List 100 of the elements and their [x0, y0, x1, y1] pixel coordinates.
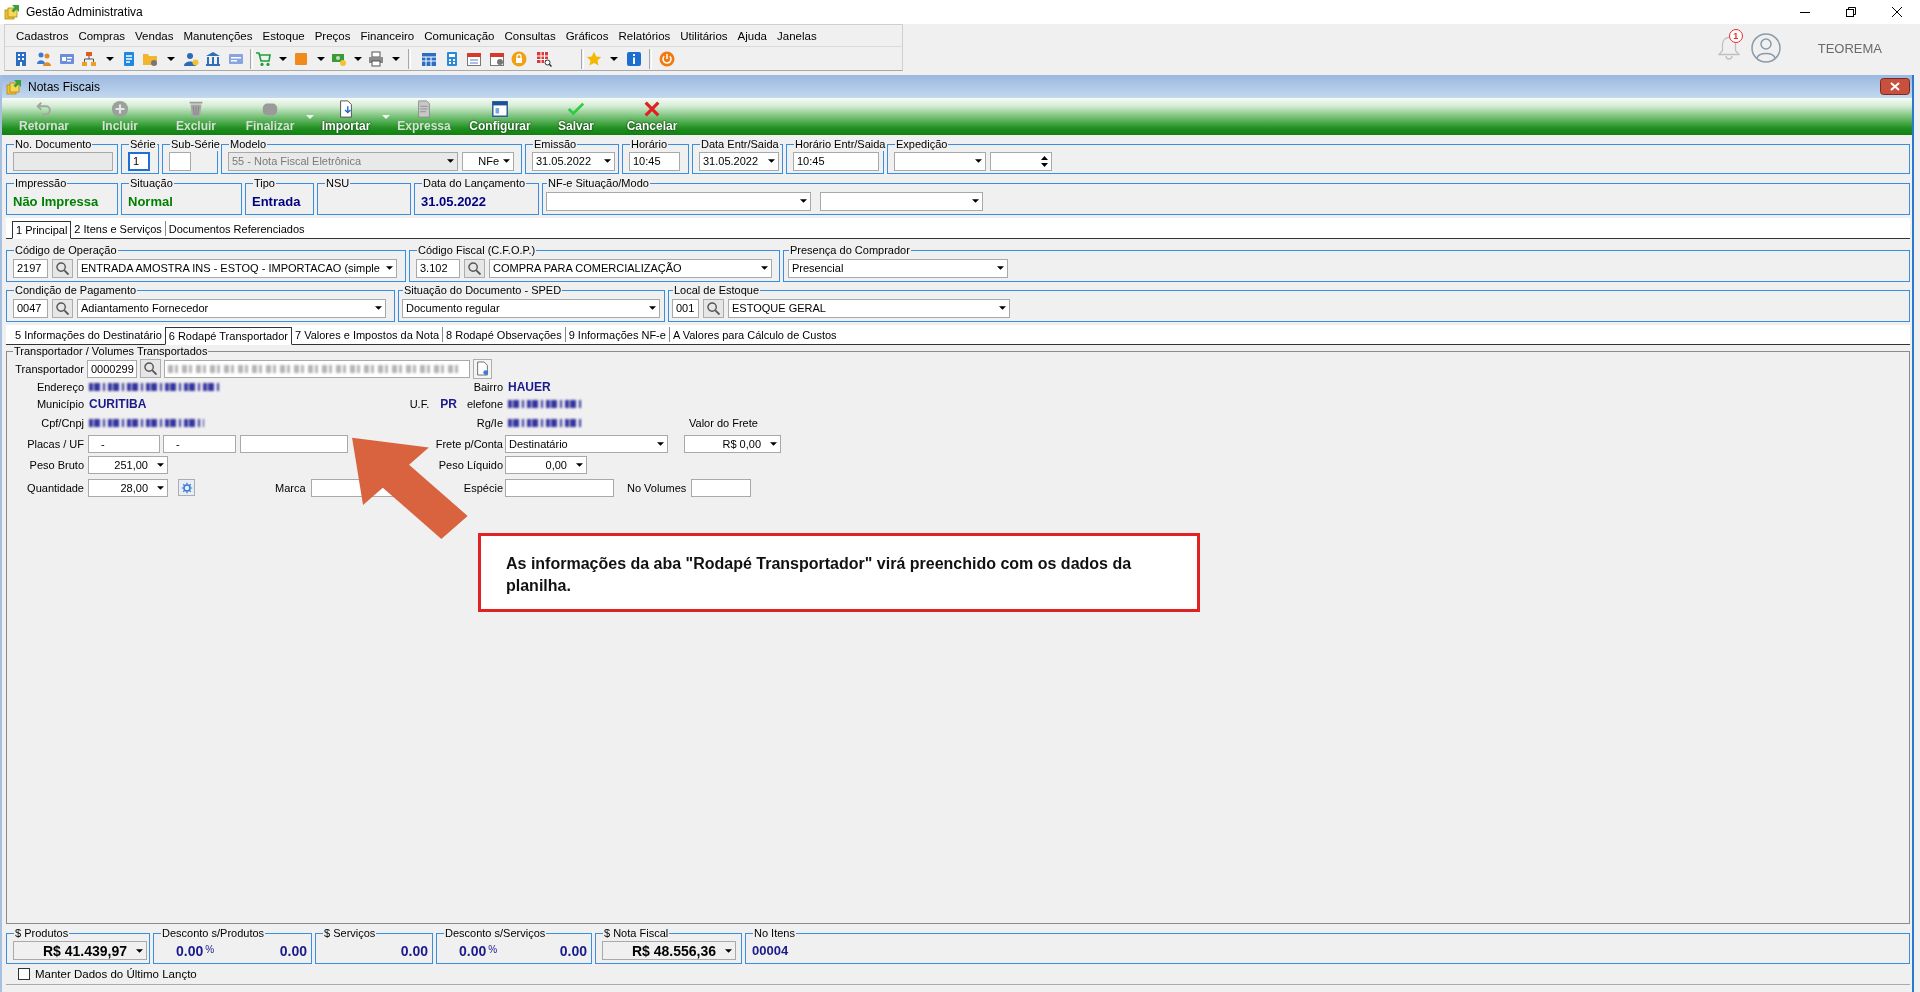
search-button[interactable]: [52, 298, 73, 318]
dropdown[interactable]: 31.05.2022: [699, 151, 779, 171]
tab[interactable]: 5 Informações do Destinatário: [12, 327, 165, 342]
menu-item[interactable]: Relatórios: [613, 29, 676, 42]
window-icon: [491, 100, 509, 118]
dropdown[interactable]: Presencial: [788, 258, 1008, 278]
dropdown[interactable]: R$ 41.439,97: [13, 941, 147, 960]
caret-icon[interactable]: [167, 56, 175, 61]
code-field[interactable]: 2197: [13, 258, 48, 278]
search-button[interactable]: [140, 359, 161, 378]
toolbar-button[interactable]: Salvar: [538, 98, 614, 135]
menu-item[interactable]: Preços: [309, 29, 356, 42]
code-field[interactable]: 001: [672, 298, 699, 318]
bank-icon[interactable]: [205, 50, 221, 67]
text-field[interactable]: [505, 478, 614, 497]
document-button[interactable]: [473, 358, 492, 379]
caret-icon[interactable]: [106, 56, 114, 61]
check-icon: [567, 100, 585, 118]
checkbox[interactable]: [18, 968, 30, 980]
minimize-icon[interactable]: [1800, 11, 1810, 13]
tab[interactable]: 7 Valores e Impostos da Nota: [292, 327, 443, 342]
dropdown[interactable]: Documento regular: [402, 298, 660, 318]
spinner-icon[interactable]: [1041, 155, 1048, 167]
printer-icon[interactable]: [368, 50, 384, 67]
close-icon[interactable]: [1892, 7, 1902, 17]
text-field[interactable]: 10:45: [629, 151, 680, 171]
code-field[interactable]: 0047: [13, 298, 48, 318]
dropdown[interactable]: COMPRA PARA COMERCIALIZAÇÃO: [489, 258, 772, 278]
dropdown[interactable]: [820, 191, 983, 211]
text-field[interactable]: 10:45: [793, 151, 879, 171]
menu-item[interactable]: Gráficos: [560, 29, 614, 42]
text-field[interactable]: [240, 434, 348, 453]
document-icon[interactable]: [121, 50, 137, 67]
menu-item[interactable]: Ajuda: [732, 29, 772, 42]
dropdown[interactable]: R$ 0,00: [684, 434, 781, 453]
tab[interactable]: 8 Rodapé Observações: [442, 327, 565, 342]
menu-item[interactable]: Financeiro: [355, 29, 420, 42]
menu-item[interactable]: Comunicação: [419, 29, 500, 42]
tab[interactable]: 6 Rodapé Transportador: [164, 327, 292, 345]
dropdown[interactable]: ESTOQUE GERAL: [728, 298, 1010, 318]
caret-icon[interactable]: [354, 56, 362, 61]
gear-button[interactable]: [178, 479, 195, 496]
dropdown[interactable]: Adiantamento Fornecedor: [77, 298, 386, 318]
tab[interactable]: 1 Principal: [12, 221, 72, 239]
calculator-icon[interactable]: [444, 50, 460, 67]
menu-item[interactable]: Vendas: [130, 29, 179, 42]
dropdown[interactable]: Destinatário: [505, 434, 668, 453]
tab[interactable]: 9 Informações NF-e: [564, 327, 669, 342]
toolbar-button[interactable]: Configurar: [462, 98, 538, 135]
restore-icon[interactable]: [1846, 7, 1856, 17]
caret-icon[interactable]: [392, 56, 400, 61]
power-icon[interactable]: [659, 50, 675, 67]
calendar-gear-icon[interactable]: [489, 50, 505, 67]
text-field[interactable]: -: [88, 434, 160, 453]
spin-field[interactable]: [990, 151, 1052, 171]
menu-item[interactable]: Utilitários: [675, 29, 733, 42]
menu-item[interactable]: Manutenções: [178, 29, 258, 42]
caret-icon[interactable]: [279, 56, 287, 61]
calendar-icon[interactable]: [421, 50, 437, 67]
tab[interactable]: Documentos Referenciados: [164, 221, 308, 236]
search-button[interactable]: [52, 258, 73, 278]
dropdown[interactable]: 28,00: [88, 478, 168, 497]
cart-icon[interactable]: [255, 50, 271, 67]
search-button[interactable]: [703, 298, 724, 318]
building-icon[interactable]: [13, 50, 29, 67]
dropdown[interactable]: 0,00: [505, 456, 587, 474]
text-field[interactable]: -: [163, 434, 236, 453]
menu-item[interactable]: Janelas: [772, 29, 822, 42]
dropdown[interactable]: 31.05.2022: [532, 151, 615, 171]
person-icon[interactable]: [183, 50, 199, 67]
dropdown[interactable]: ENTRADA AMOSTRA INS - ESTOQ - IMPORTACAO (simple: [77, 258, 397, 278]
dropdown[interactable]: 251,00: [88, 456, 168, 474]
people-icon[interactable]: [36, 50, 52, 67]
menu-item[interactable]: Estoque: [257, 29, 310, 42]
text-field[interactable]: [691, 478, 752, 497]
dropdown[interactable]: [546, 191, 811, 211]
toolbar-button[interactable]: Cancelar: [614, 98, 690, 135]
text-field[interactable]: [164, 359, 470, 378]
text-field[interactable]: [169, 151, 191, 171]
star-icon[interactable]: [586, 50, 602, 67]
caret-icon[interactable]: [610, 56, 618, 61]
menu-item[interactable]: Consultas: [499, 29, 561, 42]
table-search-icon[interactable]: [536, 50, 552, 67]
dropdown[interactable]: R$ 48.556,36: [602, 941, 736, 960]
menu-item[interactable]: Cadastros: [11, 29, 74, 42]
dropdown[interactable]: NFe: [462, 151, 514, 171]
caret-icon[interactable]: [317, 56, 325, 61]
code-field[interactable]: 0000299: [87, 359, 137, 378]
text-field[interactable]: 1: [128, 151, 150, 171]
search-button[interactable]: [464, 258, 485, 278]
tab[interactable]: 2 Itens e Serviços: [71, 221, 165, 236]
tab[interactable]: A Valores para Cálculo de Custos: [668, 327, 840, 342]
close-icon[interactable]: [1880, 78, 1910, 95]
org-chart-icon[interactable]: [81, 50, 97, 67]
toolbar-button[interactable]: Importar: [310, 98, 382, 135]
user-icon[interactable]: [1750, 33, 1781, 63]
menu-item[interactable]: Compras: [73, 29, 131, 42]
code-field[interactable]: 3.102: [416, 258, 460, 278]
info-icon[interactable]: [626, 50, 642, 67]
calendar-icon[interactable]: [466, 50, 482, 67]
